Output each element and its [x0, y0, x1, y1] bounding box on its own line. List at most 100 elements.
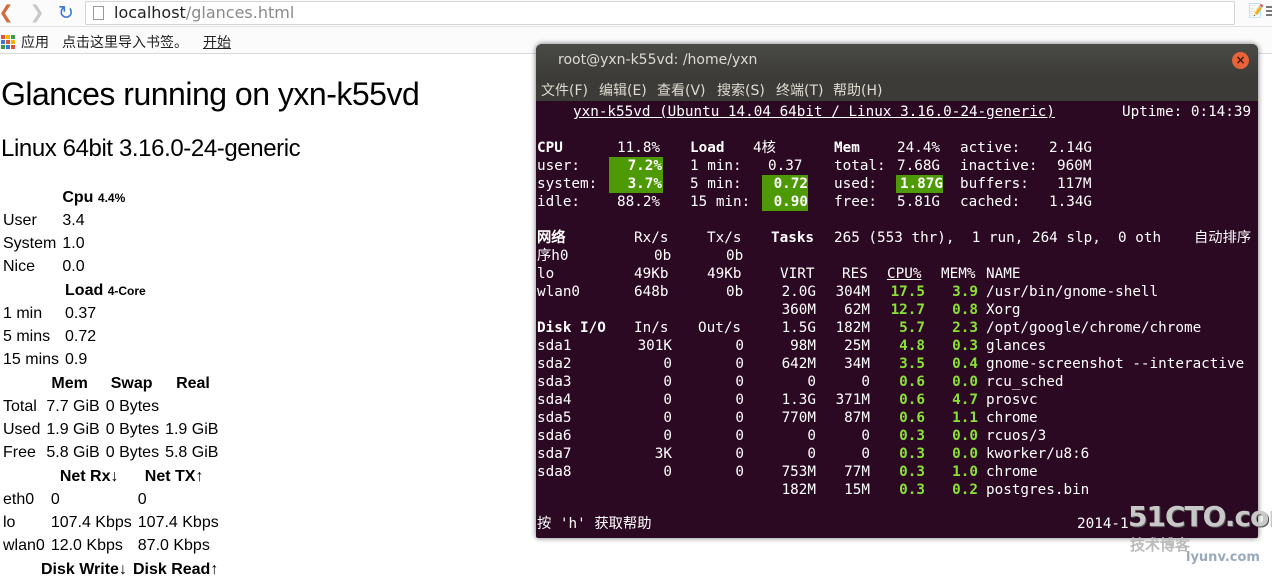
back-arrow-icon[interactable]: ❮: [0, 2, 17, 24]
proc-res: 34M: [844, 356, 870, 372]
watermark-line2: 技术博客: [1130, 536, 1191, 554]
translate-icon[interactable]: 📝: [1248, 4, 1264, 20]
glances-output: yxn-k55vd (Ubuntu 14.04 64bit / Linux 3.…: [536, 101, 1258, 538]
proc-cpu: 0.3: [899, 482, 925, 498]
proc-virt: 0: [807, 428, 816, 444]
menu-terminal[interactable]: 终端(T): [776, 80, 823, 100]
reload-icon[interactable]: ↻: [55, 2, 77, 24]
proc-mem: 1.1: [952, 410, 978, 426]
mem-active-value: 2.14G: [1049, 140, 1093, 156]
proc-mem: 0.8: [952, 302, 978, 318]
cpu-idle-label: idle:: [537, 194, 581, 210]
diskio-label: Disk I/O: [537, 320, 606, 336]
disk-in: 301K: [637, 338, 672, 354]
page-title: Glances running on yxn-k55vd: [1, 76, 420, 112]
menu-file[interactable]: 文件(F): [541, 80, 588, 100]
disk-out: 0: [735, 428, 744, 444]
proc-name: prosvc: [986, 392, 1038, 408]
disk-in: 0: [663, 410, 672, 426]
proc-res: 304M: [835, 284, 870, 300]
proc-virt: 0: [807, 446, 816, 462]
mem-used-value: 1.87G: [896, 175, 943, 193]
cpu-total: 11.8%: [617, 140, 661, 156]
mem-active-label: active:: [960, 140, 1021, 156]
proc-cpu: 0.6: [899, 374, 925, 390]
disk-device: sda4: [537, 392, 572, 408]
load-table: Load 4-Core 1 min 0.37 5 mins 0.72 15 mins…: [0, 279, 149, 371]
mem-cached-label: cached:: [960, 194, 1021, 210]
address-bar[interactable]: localhost/glances.html: [85, 1, 1235, 25]
cpu-header: Cpu 4.4%: [62, 188, 126, 206]
proc-cpu: 4.8: [899, 338, 925, 354]
mem-inactive-label: inactive:: [960, 158, 1038, 174]
table-row: 1 min 0.37: [3, 304, 97, 322]
proc-virt: 770M: [781, 410, 816, 426]
menu-view[interactable]: 查看(V): [657, 80, 706, 100]
diskio-in-header: In/s: [634, 320, 669, 336]
proc-res: 0: [861, 428, 870, 444]
proc-mem: 4.7: [952, 392, 978, 408]
apps-grid-icon[interactable]: [1, 35, 15, 49]
mem-buffers-value: 117M: [1057, 176, 1092, 192]
proc-res: 0: [861, 374, 870, 390]
disk-device: sda5: [537, 410, 572, 426]
proc-cpu: 3.5: [899, 356, 925, 372]
disk-device: sda2: [537, 356, 572, 372]
mem-table: Mem Swap Real Total 7.7 GiB 0 Bytes Used 1.…: [0, 372, 221, 464]
watermark-line1: 51CTO.com: [1128, 500, 1272, 533]
proc-name: glances: [986, 338, 1047, 354]
disk-write-header: Disk Write↓: [41, 560, 127, 578]
cpu-system-label: system:: [537, 176, 598, 192]
terminal-window[interactable]: root@yxn-k55vd: /home/yxn × 文件(F) 编辑(E) …: [536, 44, 1258, 538]
menu-edit[interactable]: 编辑(E): [599, 80, 647, 100]
menu-help[interactable]: 帮助(H): [833, 80, 882, 100]
table-row: 5 mins 0.72: [3, 327, 97, 345]
close-icon[interactable]: ×: [1232, 52, 1249, 69]
menu-search[interactable]: 搜索(S): [717, 80, 765, 100]
proc-virt: 182M: [781, 482, 816, 498]
proc-name: rcu_sched: [986, 374, 1064, 390]
sysinfo-line: yxn-k55vd (Ubuntu 14.04 64bit / Linux 3.…: [573, 104, 1056, 120]
proc-cpu-header[interactable]: CPU%: [887, 265, 921, 283]
net-row: wlan0: [537, 284, 581, 300]
load-15min-label: 15 min:: [690, 194, 751, 210]
mem-cached-value: 1.34G: [1049, 194, 1093, 210]
url-host: localhost: [114, 3, 186, 22]
disk-device: sda8: [537, 464, 572, 480]
proc-res: 87M: [844, 410, 870, 426]
disk-in: 3K: [654, 446, 672, 462]
mem-label: Mem: [834, 140, 860, 156]
proc-virt: 2.0G: [781, 284, 816, 300]
table-row: User 3.4: [3, 211, 85, 229]
proc-mem: 0.0: [952, 374, 978, 390]
proc-virt: 1.5G: [781, 320, 816, 336]
disk-device: sda7: [537, 446, 572, 462]
proc-cpu: 12.7: [890, 302, 925, 318]
disk-in: 0: [663, 374, 672, 390]
proc-mem: 0.2: [952, 482, 978, 498]
proc-res: 371M: [835, 392, 870, 408]
proc-mem: 2.3: [952, 320, 978, 336]
diskio-out-header: Out/s: [698, 320, 742, 336]
terminal-titlebar[interactable]: root@yxn-k55vd: /home/yxn ×: [536, 44, 1258, 77]
disk-device: sda6: [537, 428, 572, 444]
url-text[interactable]: localhost/glances.html: [114, 3, 294, 22]
mem-pct: 24.4%: [897, 140, 941, 156]
menu-icon[interactable]: [1266, 4, 1272, 22]
table-row: wlan0 12.0 Kbps 87.0 Kbps: [3, 536, 210, 554]
net-table: Net Rx↓ Net TX↑ eth0 0 0 lo 107.4 Kbps 107.4…: [0, 465, 222, 557]
watermark-logo: 51CTO.com 技术博客 lyunv.com: [1128, 500, 1272, 574]
terminal-menubar: 文件(F) 编辑(E) 查看(V) 搜索(S) 终端(T) 帮助(H): [536, 77, 1258, 101]
proc-res: 25M: [844, 338, 870, 354]
bookmark-apps[interactable]: 应用: [21, 32, 49, 52]
forward-arrow-icon[interactable]: ❯: [26, 2, 48, 24]
cpu-idle-value: 88.2%: [617, 194, 661, 210]
mem-header: Mem: [51, 374, 88, 392]
browser-toolbar: ❮ ❯ ↻ localhost/glances.html 📝: [0, 0, 1272, 27]
proc-name: Xorg: [986, 302, 1021, 318]
disk-out: 0: [735, 392, 744, 408]
proc-virt: 1.3G: [781, 392, 816, 408]
bookmark-start-link[interactable]: 开始: [203, 32, 231, 52]
proc-name-header: NAME: [986, 266, 1021, 282]
mem-free-value: 5.81G: [897, 194, 941, 210]
